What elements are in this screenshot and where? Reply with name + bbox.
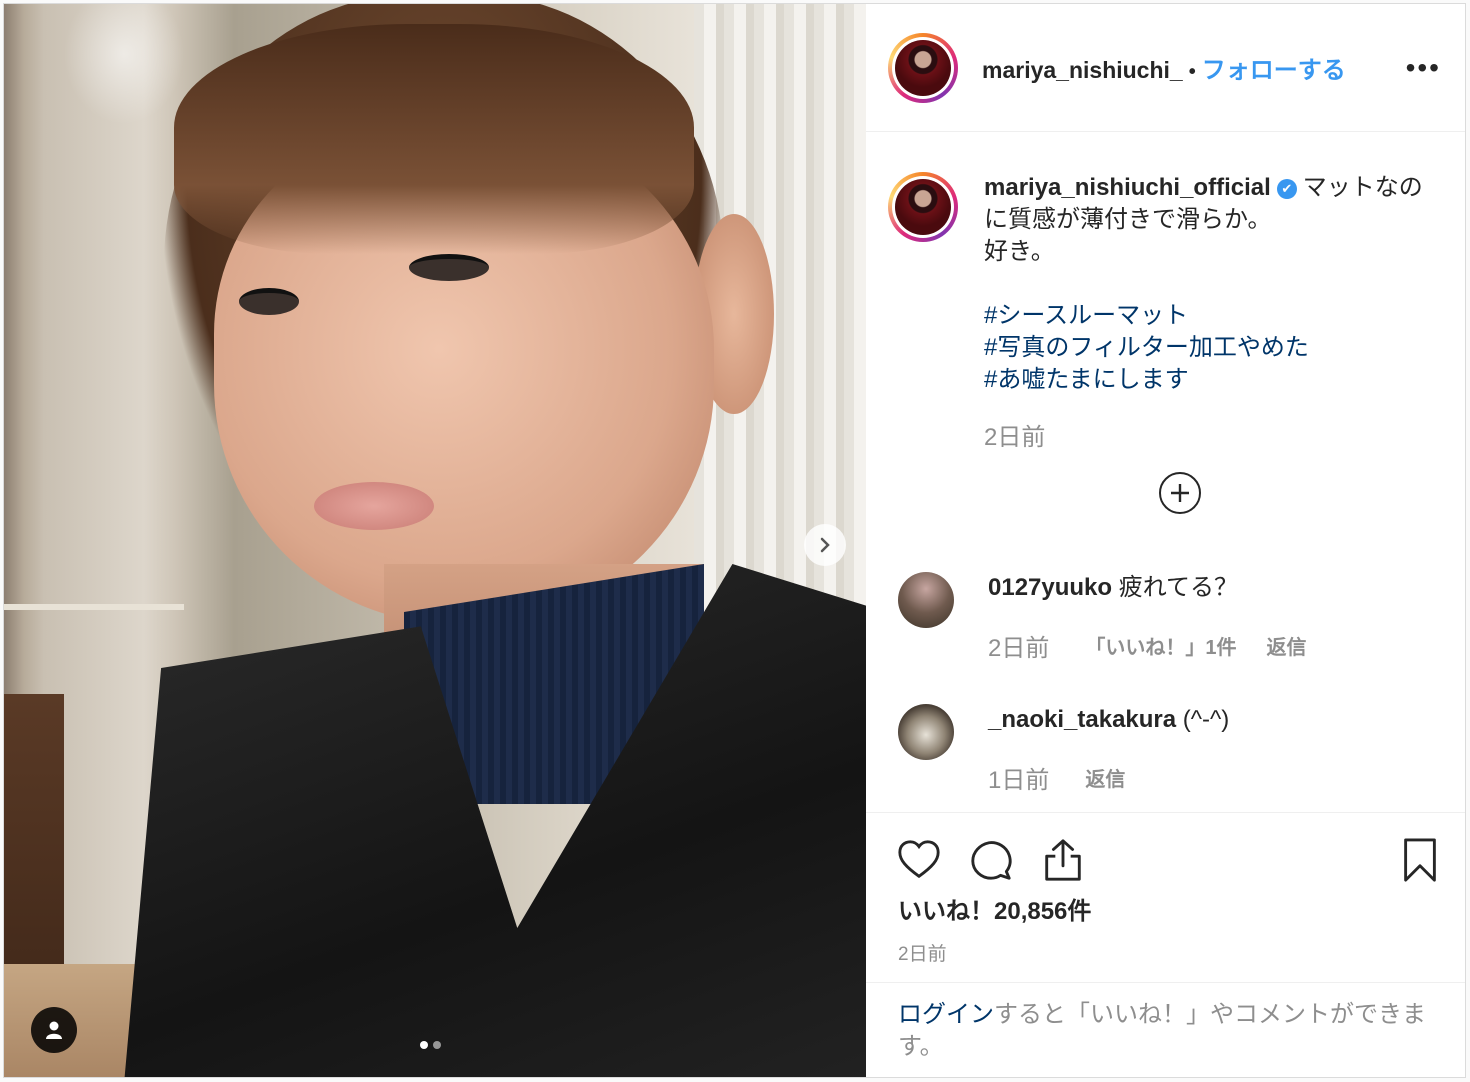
avatar-frame [892,36,954,99]
login-prompt: ログインすると「いいね！」やコメントができます。 [866,982,1465,1079]
verified-badge-icon: ✔ [1276,179,1297,199]
separator-bullet: • [1188,61,1196,83]
like-count[interactable]: いいね！20,856件 [898,891,1091,926]
commenter-username[interactable]: _naoki_takakura [988,706,1176,733]
avatar-image [895,179,951,235]
login-link[interactable]: ログイン [898,1001,994,1028]
comments-section[interactable]: mariya_nishiuchi_official ✔ マットなのに質感が薄付きで滑… [866,132,1465,812]
comment-body: 0127yuuko 疲れてる？ 2日前 「いいね！」1件 返信 [988,572,1336,663]
follow-button[interactable]: フォローする [1202,57,1346,84]
comment-meta: 1日前 返信 [988,760,1229,795]
comment-line: _naoki_takakura (^-^) [988,704,1229,736]
caption-timestamp: 2日前 [984,424,1046,451]
photo-eye-left [239,288,299,315]
share-icon[interactable] [1040,837,1086,883]
comment-body: _naoki_takakura (^-^) 1日前 返信 [988,704,1229,795]
post-side-panel: mariya_nishiuchi_ • フォローする ••• mariya_nish… [866,4,1465,1077]
chevron-right-icon [820,537,830,553]
comment-text: (^-^) [1182,706,1230,733]
post-actions: いいね！20,856件 2日前 [866,812,1465,982]
photo-bangs [174,24,694,254]
comment-likes-button[interactable]: 「いいね！」1件 [1085,631,1236,660]
header-author-row: mariya_nishiuchi_ • フォローする [982,50,1346,85]
instagram-post: mariya_nishiuchi_ • フォローする ••• mariya_nish… [3,3,1466,1078]
photo-wall-trim [4,604,184,610]
user-icon [46,1021,62,1039]
caption-username[interactable]: mariya_nishiuchi_official [984,174,1271,201]
more-options-icon[interactable]: ••• [1406,54,1441,82]
carousel-dot-active [420,1041,428,1049]
avatar-image [895,39,951,96]
comment-timestamp: 2日前 [988,635,1050,662]
comment-timestamp: 1日前 [988,767,1050,794]
photo-eye-right [409,254,489,281]
load-more-comments-button[interactable] [1159,472,1201,514]
comment-item: 0127yuuko 疲れてる？ 2日前 「いいね！」1件 返信 [898,572,1336,663]
user-tag-button[interactable] [31,1007,77,1053]
caption-avatar[interactable] [888,172,958,242]
reply-button[interactable]: 返信 [1266,631,1306,660]
author-username[interactable]: mariya_nishiuchi_ [982,57,1183,83]
hashtag-link[interactable]: #写真のフィルター加工やめた [984,332,1434,364]
comment-meta: 2日前 「いいね！」1件 返信 [988,628,1336,663]
carousel-dot [433,1041,441,1049]
carousel-next-button[interactable] [804,524,846,566]
commenter-username[interactable]: 0127yuuko [988,574,1112,601]
caption: mariya_nishiuchi_official ✔ マットなのに質感が薄付きで滑… [888,172,1434,454]
caption-body-line2: 好き。 [984,238,1055,265]
reply-button[interactable]: 返信 [1085,763,1125,792]
commenter-avatar[interactable] [898,704,954,760]
comment-icon[interactable] [968,837,1014,883]
caption-text: mariya_nishiuchi_official ✔ マットなのに質感が薄付きで滑… [984,172,1434,454]
hashtag-link[interactable]: #あ嘘たまにします [984,364,1434,396]
avatar-frame [892,176,954,238]
author-avatar[interactable] [888,32,958,103]
post-timestamp[interactable]: 2日前 [898,939,947,966]
carousel-indicator [420,1041,441,1049]
comment-text: 疲れてる？ [1118,574,1239,601]
photo-lips [314,482,434,530]
heart-icon[interactable] [896,837,942,883]
comment-line: 0127yuuko 疲れてる？ [988,572,1336,604]
hashtag-link[interactable]: #シースルーマット [984,300,1434,332]
commenter-avatar[interactable] [898,572,954,628]
post-header: mariya_nishiuchi_ • フォローする ••• [866,4,1465,132]
plus-circle-icon [1171,484,1189,502]
bookmark-icon[interactable] [1397,837,1443,883]
comment-item: _naoki_takakura (^-^) 1日前 返信 [898,704,1229,795]
post-photo[interactable] [4,4,866,1077]
